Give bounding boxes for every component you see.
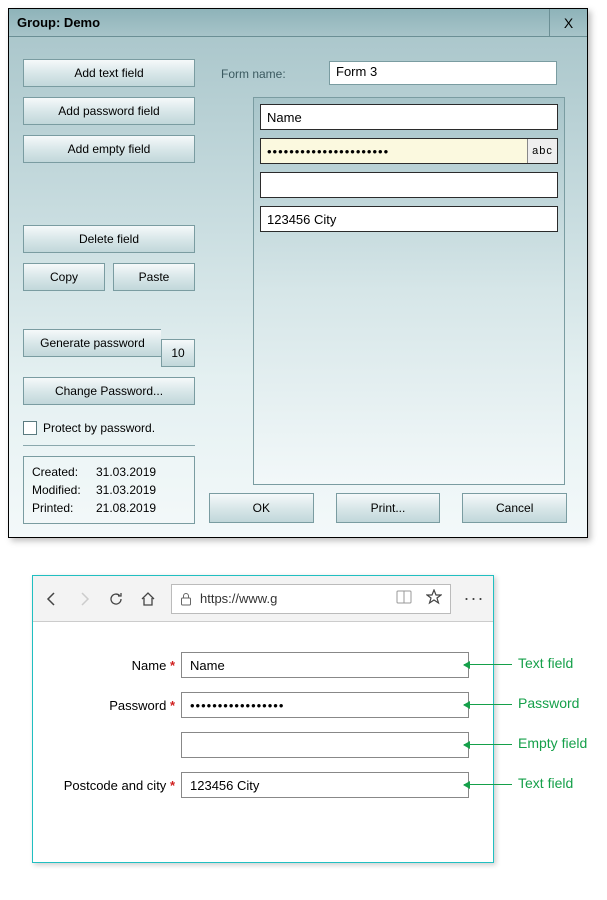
generate-password-button[interactable]: Generate password [23,329,161,357]
form-name-input[interactable]: Form 3 [329,61,557,85]
required-icon: * [170,698,175,713]
annotation-arrow [464,784,512,785]
browser-annotation-figure: https://www.g ··· Name * Name [32,575,592,863]
required-icon: * [170,778,175,793]
name-label: Name [132,658,167,673]
reading-view-icon[interactable] [396,590,412,607]
browser-empty-input[interactable] [181,732,469,758]
field-password-value: •••••••••••••••••••••• [267,144,389,159]
refresh-icon[interactable] [107,590,125,608]
paste-button[interactable]: Paste [113,263,195,291]
reveal-password-toggle[interactable]: abc [527,139,557,163]
modified-label: Modified: [32,481,90,499]
form-row-empty [57,732,469,758]
home-icon[interactable] [139,590,157,608]
dialog-titlebar: Group: Demo X [9,9,587,37]
field-password-input[interactable]: •••••••••••••••••••••• abc [260,138,558,164]
address-bar[interactable]: https://www.g [171,584,451,614]
field-city-value: 123456 City [267,212,336,227]
browser-password-input[interactable]: ••••••••••••••••• [181,692,469,718]
required-icon: * [170,658,175,673]
more-icon[interactable]: ··· [465,590,483,608]
field-city-input[interactable]: 123456 City [260,206,558,232]
field-empty-input[interactable] [260,172,558,198]
browser-page: Name * Name Password * ••••••••••••••••• [33,622,493,862]
add-text-field-button[interactable]: Add text field [23,59,195,87]
fields-panel: Name •••••••••••••••••••••• abc 123456 C… [253,97,565,485]
printed-value: 21.08.2019 [96,499,156,517]
postcode-label: Postcode and city [64,778,167,793]
close-button[interactable]: X [549,9,587,37]
annotation-arrow [464,704,512,705]
annotation-arrow [464,664,512,665]
annotation-text-field-2: Text field [518,775,573,791]
dialog-title: Group: Demo [17,15,100,30]
annotation-arrow [464,744,512,745]
form-row-name: Name * Name [57,652,469,678]
add-empty-field-button[interactable]: Add empty field [23,135,195,163]
browser-postcode-input[interactable]: 123456 City [181,772,469,798]
created-value: 31.03.2019 [96,463,156,481]
favorite-icon[interactable] [426,589,442,608]
back-icon[interactable] [43,590,61,608]
browser-toolbar: https://www.g ··· [33,576,493,622]
generate-password-length[interactable]: 10 [161,339,195,367]
cancel-button[interactable]: Cancel [462,493,567,523]
print-button[interactable]: Print... [336,493,441,523]
divider [23,445,195,446]
lock-icon [180,592,192,606]
form-name-label: Form name: [221,67,286,81]
change-password-button[interactable]: Change Password... [23,377,195,405]
created-label: Created: [32,463,90,481]
annotation-empty-field: Empty field [518,735,587,751]
printed-label: Printed: [32,499,90,517]
protect-label: Protect by password. [43,421,155,435]
forward-icon[interactable] [75,590,93,608]
password-label: Password [109,698,166,713]
modified-value: 31.03.2019 [96,481,156,499]
annotation-text-field: Text field [518,655,573,671]
browser-window: https://www.g ··· Name * Name [32,575,494,863]
delete-field-button[interactable]: Delete field [23,225,195,253]
browser-name-input[interactable]: Name [181,652,469,678]
protect-checkbox[interactable] [23,421,37,435]
form-row-postcode: Postcode and city * 123456 City [57,772,469,798]
ok-button[interactable]: OK [209,493,314,523]
form-row-password: Password * ••••••••••••••••• [57,692,469,718]
copy-button[interactable]: Copy [23,263,105,291]
annotation-password: Password [518,695,579,711]
field-name-input[interactable]: Name [260,104,558,130]
url-text: https://www.g [200,591,277,606]
group-dialog: Group: Demo X Add text field Add passwor… [8,8,588,538]
add-password-field-button[interactable]: Add password field [23,97,195,125]
dialog-body: Add text field Add password field Add em… [9,37,587,537]
timestamps-box: Created: 31.03.2019 Modified: 31.03.2019… [23,456,195,524]
field-name-value: Name [267,110,302,125]
